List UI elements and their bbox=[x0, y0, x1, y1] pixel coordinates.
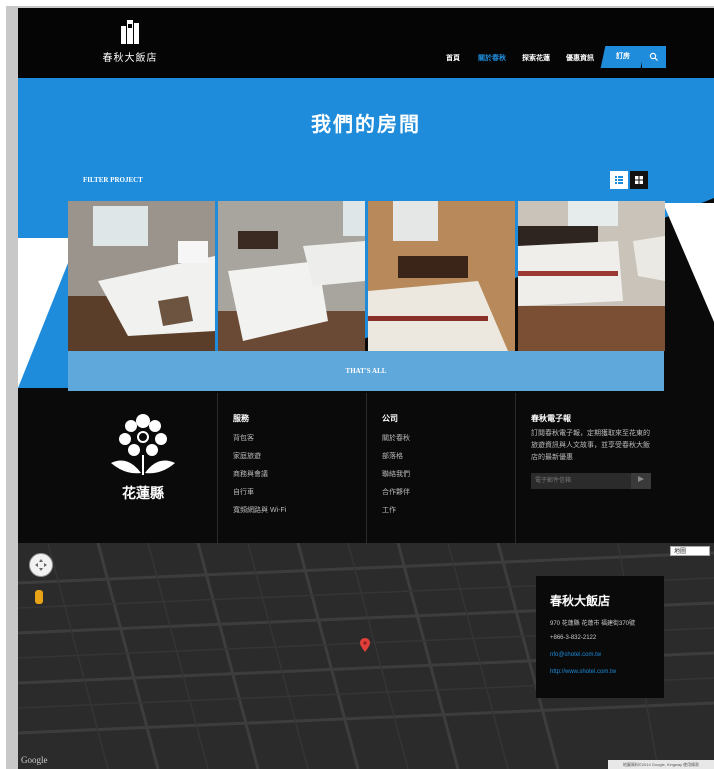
services-link-family[interactable]: 家庭旅遊 bbox=[233, 451, 261, 461]
header: 春秋大飯店 首頁 關於春秋 探索花蓮 優惠資訊 訂房 bbox=[18, 8, 714, 78]
nav-offers[interactable]: 優惠資訊 bbox=[566, 53, 594, 67]
footer: 花蓮縣 服務 背包客 家庭旅遊 商務與會議 自行車 寬頻網路與 Wi-Fi 公司… bbox=[68, 393, 664, 543]
map-type-select[interactable]: 地圖 bbox=[670, 546, 710, 556]
page-title: 我們的房間 bbox=[311, 114, 421, 136]
company-link-contact[interactable]: 聯絡我們 bbox=[382, 469, 410, 479]
filter-bar: FILTER PROJECT bbox=[68, 161, 664, 201]
info-website-link[interactable]: http://www.shotel.com.tw bbox=[550, 669, 616, 675]
newsletter-column: 春秋電子報 訂閱春秋電子報，定期獲取來至花東的旅遊資訊與人文故事，並享受春秋大飯… bbox=[515, 393, 665, 543]
newsletter-send-button[interactable] bbox=[631, 473, 651, 489]
info-phone: +866-3-832-2122 bbox=[550, 635, 597, 641]
location-pin-icon[interactable] bbox=[360, 638, 370, 652]
info-address: 970 花蓮縣 花蓮市 福建街370號 bbox=[550, 621, 636, 627]
newsletter-description: 訂閱春秋電子報，定期獲取來至花東的旅遊資訊與人文故事，並享受春秋大飯店的最新優惠 bbox=[531, 430, 650, 461]
room-photo-1[interactable] bbox=[68, 201, 215, 351]
send-icon bbox=[638, 476, 644, 482]
filter-label[interactable]: FILTER PROJECT bbox=[83, 176, 143, 184]
services-link-wifi[interactable]: 寬頻網路與 Wi-Fi bbox=[233, 505, 286, 515]
company-link-about[interactable]: 關於春秋 bbox=[382, 433, 410, 443]
info-hotel-name: 春秋大飯店 bbox=[550, 594, 611, 608]
services-link-bicycle[interactable]: 自行車 bbox=[233, 487, 254, 497]
list-view-icon bbox=[615, 176, 623, 184]
newsletter-title: 春秋電子報 bbox=[531, 414, 571, 423]
info-email-link[interactable]: nfo@shotel.com.tw bbox=[550, 652, 601, 658]
room-gallery bbox=[68, 201, 665, 351]
services-title: 服務 bbox=[233, 414, 249, 423]
building-icon bbox=[121, 20, 139, 44]
company-link-partners[interactable]: 合作夥伴 bbox=[382, 487, 410, 497]
hualien-logo: 花蓮縣 bbox=[103, 413, 183, 503]
room-photo-4[interactable] bbox=[518, 201, 665, 351]
list-view-button[interactable] bbox=[610, 171, 628, 189]
nav-home[interactable]: 首頁 bbox=[446, 53, 460, 67]
nav-about[interactable]: 關於春秋 bbox=[478, 53, 506, 67]
book-button[interactable]: 訂房 bbox=[600, 46, 646, 68]
services-column: 服務 背包客 家庭旅遊 商務與會議 自行車 寬頻網路與 Wi-Fi bbox=[217, 393, 367, 543]
grid-view-icon bbox=[635, 176, 643, 184]
company-column: 公司 關於春秋 部落格 聯絡我們 合作夥伴 工作 bbox=[366, 393, 516, 543]
book-label: 訂房 bbox=[616, 53, 630, 60]
map-attribution[interactable]: 地圖資料©2014 Google, Kingway 使用條款 bbox=[608, 760, 714, 769]
newsletter-email-input[interactable] bbox=[531, 473, 631, 489]
services-link-backpacker[interactable]: 背包客 bbox=[233, 433, 254, 443]
company-link-blog[interactable]: 部落格 bbox=[382, 451, 403, 461]
hualien-logo-text: 花蓮縣 bbox=[122, 485, 164, 501]
google-logo: Google bbox=[21, 755, 48, 765]
street-view-pegman-icon[interactable] bbox=[35, 590, 43, 604]
room-photo-2[interactable] bbox=[218, 201, 365, 351]
map[interactable]: 地圖 春秋大飯店 970 花蓮縣 花蓮市 福建街370號 +866-3-832-… bbox=[18, 543, 714, 769]
company-link-jobs[interactable]: 工作 bbox=[382, 505, 396, 515]
hotel-logo[interactable]: 春秋大飯店 bbox=[100, 18, 160, 68]
search-icon bbox=[649, 52, 658, 61]
services-link-business[interactable]: 商務與會議 bbox=[233, 469, 268, 479]
grid-view-button[interactable] bbox=[630, 171, 648, 189]
flower-icon bbox=[111, 414, 175, 475]
logo-text: 春秋大飯店 bbox=[102, 53, 158, 64]
company-title: 公司 bbox=[382, 414, 398, 423]
page: 春秋大飯店 首頁 關於春秋 探索花蓮 優惠資訊 訂房 我們的房間 FILTER … bbox=[18, 8, 714, 769]
load-more-bar[interactable]: THAT'S ALL bbox=[68, 351, 664, 391]
map-pan-control[interactable] bbox=[29, 553, 53, 577]
room-photo-3[interactable] bbox=[368, 201, 515, 351]
nav-explore[interactable]: 探索花蓮 bbox=[522, 53, 550, 67]
hotel-info-card: 春秋大飯店 970 花蓮縣 花蓮市 福建街370號 +866-3-832-212… bbox=[536, 576, 664, 698]
search-button[interactable] bbox=[642, 46, 666, 68]
pan-arrows-icon bbox=[35, 559, 47, 571]
